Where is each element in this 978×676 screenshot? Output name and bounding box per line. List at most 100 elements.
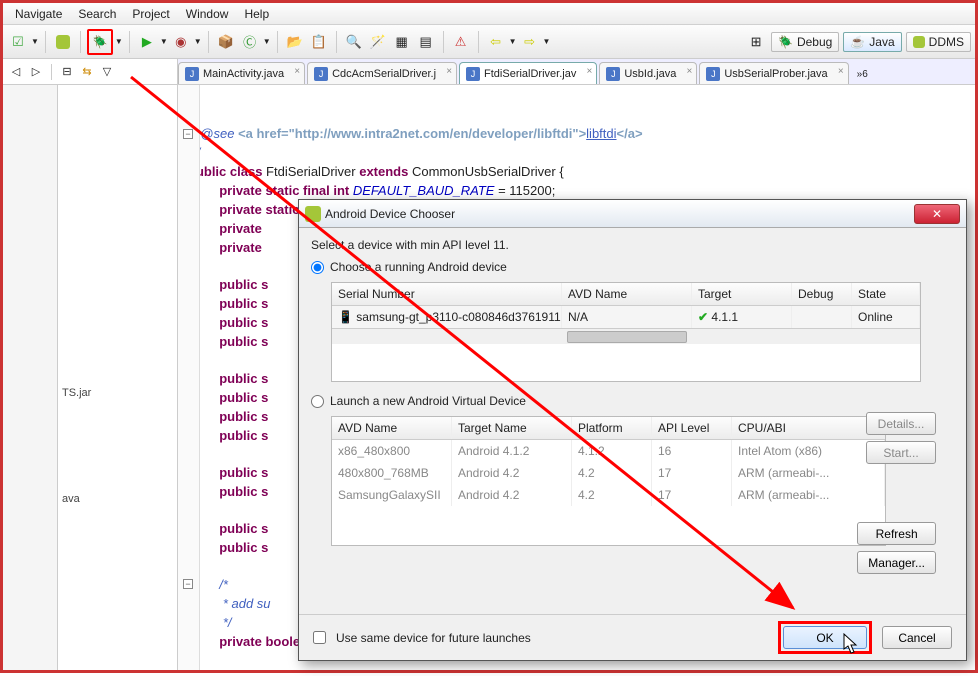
menu-bar: Navigate Search Project Window Help: [3, 3, 975, 25]
tab-cdcacm[interactable]: JCdcAcmSerialDriver.j×: [307, 62, 457, 84]
lint-icon[interactable]: ⚠: [450, 31, 472, 53]
col-debug[interactable]: Debug: [792, 283, 852, 305]
run-button[interactable]: ▶: [136, 31, 158, 53]
back-history-icon[interactable]: ◁: [7, 63, 25, 81]
cancel-button[interactable]: Cancel: [882, 626, 952, 649]
col-api[interactable]: API Level: [652, 417, 732, 439]
collapse-icon[interactable]: ⊟: [58, 63, 76, 81]
avd-table[interactable]: AVD Name Target Name Platform API Level …: [331, 416, 886, 546]
java-file-icon: J: [466, 67, 480, 81]
close-icon[interactable]: ×: [294, 66, 300, 77]
avd-row[interactable]: x86_480x800Android 4.1.24.1.216Intel Ato…: [332, 440, 885, 462]
avd-row[interactable]: SamsungGalaxySIIAndroid 4.24.217ARM (arm…: [332, 484, 885, 506]
back-icon[interactable]: ⇦: [485, 31, 507, 53]
editor-gutter: − −: [178, 85, 200, 670]
forward-history-icon[interactable]: ▷: [27, 63, 45, 81]
java-file-icon: J: [606, 67, 620, 81]
link-editor-icon[interactable]: ⇆: [78, 63, 96, 81]
avd-row[interactable]: 480x800_768MBAndroid 4.24.217ARM (armeab…: [332, 462, 885, 484]
radio-choose-running-label: Choose a running Android device: [330, 260, 507, 274]
use-same-device-label: Use same device for future launches: [336, 631, 531, 645]
package-explorer-fragment: [3, 85, 58, 670]
dialog-body: Select a device with min API level 11. C…: [299, 228, 966, 614]
forward-icon[interactable]: ⇨: [519, 31, 541, 53]
dialog-instruction: Select a device with min API level 11.: [311, 238, 954, 252]
close-icon[interactable]: ×: [838, 66, 844, 77]
java-file-icon: J: [706, 67, 720, 81]
new-class-icon[interactable]: Ⓒ: [239, 31, 261, 53]
dialog-footer: Use same device for future launches OK C…: [299, 614, 966, 660]
outline-icon[interactable]: ▦: [391, 31, 413, 53]
table-header: Serial Number AVD Name Target Debug Stat…: [332, 283, 920, 306]
use-same-device-checkbox[interactable]: [313, 631, 326, 644]
horizontal-scrollbar[interactable]: [332, 328, 920, 344]
run-last-icon[interactable]: ◉: [170, 31, 192, 53]
ok-button-highlight: OK: [778, 621, 872, 654]
fold-toggle-icon[interactable]: −: [183, 129, 193, 139]
manager-button[interactable]: Manager...: [857, 551, 936, 574]
col-cpu[interactable]: CPU/ABI: [732, 417, 885, 439]
debug-button-highlighted[interactable]: 🪲: [87, 29, 113, 55]
running-devices-table[interactable]: Serial Number AVD Name Target Debug Stat…: [331, 282, 921, 382]
start-button[interactable]: Start...: [866, 441, 936, 464]
check-icon: ✔: [698, 310, 708, 324]
col-state[interactable]: State: [852, 283, 920, 305]
menu-project[interactable]: Project: [124, 4, 177, 24]
secondary-toolbar-row: ◁ ▷ ⊟ ⇆ ▽ JMainActivity.java× JCdcAcmSer…: [3, 59, 975, 85]
radio-choose-running[interactable]: [311, 261, 324, 274]
ok-button[interactable]: OK: [783, 626, 867, 649]
details-button[interactable]: Details...: [866, 412, 936, 435]
col-target-name[interactable]: Target Name: [452, 417, 572, 439]
javadoc-link: libftdi: [586, 126, 616, 141]
package-item[interactable]: ava: [58, 491, 177, 507]
tab-usbserialprober[interactable]: JUsbSerialProber.java×: [699, 62, 848, 84]
close-icon[interactable]: ×: [446, 66, 452, 77]
tab-usbid[interactable]: JUsbId.java×: [599, 62, 697, 84]
android-icon: [305, 206, 321, 222]
editor-tabs: JMainActivity.java× JCdcAcmSerialDriver.…: [178, 59, 975, 84]
col-serial[interactable]: Serial Number: [332, 283, 562, 305]
package-item[interactable]: TS.jar: [58, 385, 177, 401]
device-row[interactable]: 📱 samsung-gt_p3110-c080846d3761911 N/A ✔…: [332, 306, 920, 328]
radio-launch-new[interactable]: [311, 395, 324, 408]
refresh-button[interactable]: Refresh: [857, 522, 936, 545]
android-device-chooser-dialog: Android Device Chooser ✕ Select a device…: [298, 199, 967, 661]
java-file-icon: J: [185, 67, 199, 81]
tab-mainactivity[interactable]: JMainActivity.java×: [178, 62, 305, 84]
dialog-titlebar[interactable]: Android Device Chooser ✕: [299, 200, 966, 228]
menu-help[interactable]: Help: [236, 4, 277, 24]
package-explorer-content: TS.jar ava: [58, 85, 178, 670]
menu-window[interactable]: Window: [178, 4, 237, 24]
menu-navigate[interactable]: Navigate: [7, 4, 70, 24]
checkbox-tool-icon[interactable]: ☑: [7, 31, 29, 53]
close-icon[interactable]: ×: [587, 66, 593, 77]
perspective-java[interactable]: ☕Java: [843, 32, 901, 52]
open-perspective-icon[interactable]: ⊞: [745, 31, 767, 53]
fold-toggle-icon[interactable]: −: [183, 579, 193, 589]
search-icon[interactable]: 🔍: [343, 31, 365, 53]
col-avd[interactable]: AVD Name: [562, 283, 692, 305]
radio-launch-new-label: Launch a new Android Virtual Device: [330, 394, 526, 408]
main-toolbar: ☑▼ 🪲▼ ▶▼ ◉▼ 📦 Ⓒ▼ 📂 📋 🔍 🪄 ▦ ▤ ⚠ ⇦▼ ⇨▼ ⊞ 🪲…: [3, 25, 975, 59]
close-button[interactable]: ✕: [914, 204, 960, 224]
view-toolbar: ◁ ▷ ⊟ ⇆ ▽: [3, 59, 178, 84]
col-target[interactable]: Target: [692, 283, 792, 305]
close-icon[interactable]: ×: [686, 66, 692, 77]
javadoc-link-tag: <a href="http://www.intra2net.com/en/dev…: [238, 126, 586, 141]
open-task-icon[interactable]: 📋: [308, 31, 330, 53]
filter-icon[interactable]: ▤: [415, 31, 437, 53]
view-menu-icon[interactable]: ▽: [98, 63, 116, 81]
col-platform[interactable]: Platform: [572, 417, 652, 439]
perspective-ddms[interactable]: DDMS: [906, 32, 971, 52]
new-package-icon[interactable]: 📦: [215, 31, 237, 53]
col-avd-name[interactable]: AVD Name: [332, 417, 452, 439]
table-header: AVD Name Target Name Platform API Level …: [332, 417, 885, 440]
menu-search[interactable]: Search: [70, 4, 124, 24]
open-type-icon[interactable]: 📂: [284, 31, 306, 53]
android-sdk-icon[interactable]: [52, 31, 74, 53]
java-file-icon: J: [314, 67, 328, 81]
tab-ftdiserialdriver[interactable]: JFtdiSerialDriver.jav×: [459, 62, 597, 84]
wand-icon[interactable]: 🪄: [367, 31, 389, 53]
perspective-debug[interactable]: 🪲Debug: [771, 32, 839, 52]
tab-overflow-indicator[interactable]: »6: [851, 65, 874, 84]
